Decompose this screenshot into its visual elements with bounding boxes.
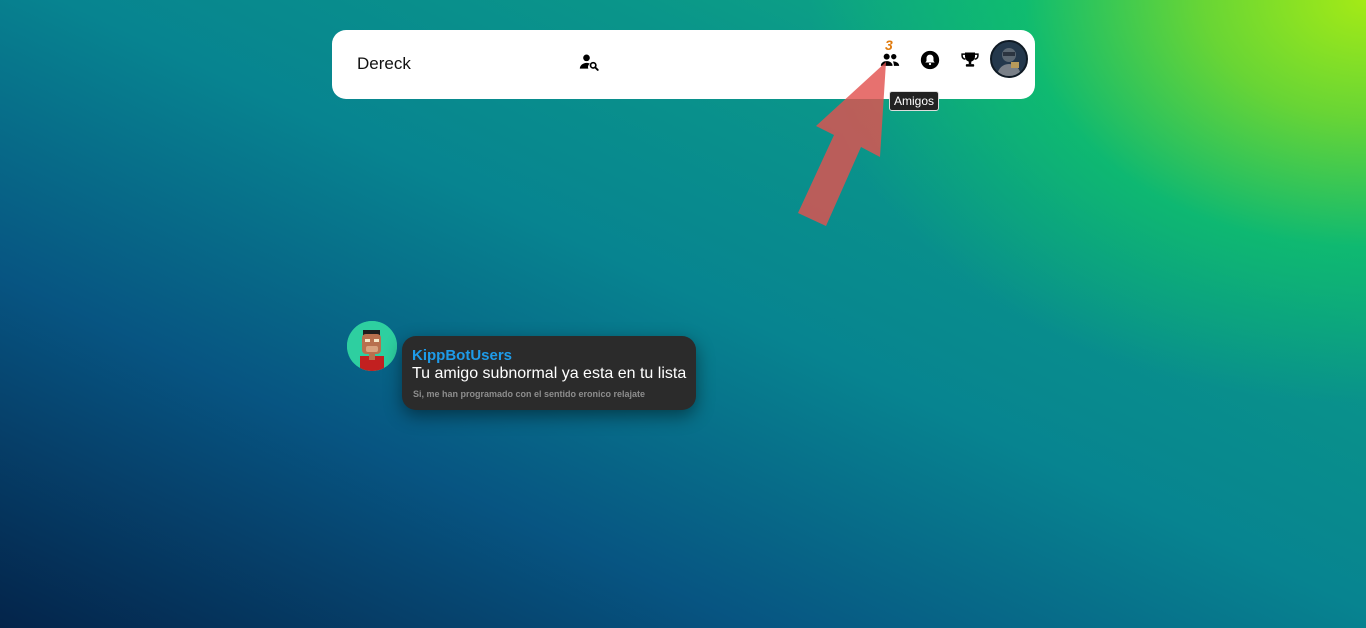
- bell-icon-graphic: [920, 50, 940, 70]
- friends-icon-graphic: [880, 53, 900, 66]
- user-search-icon-graphic: [579, 54, 599, 71]
- trophy-icon[interactable]: [959, 49, 981, 71]
- user-search-icon[interactable]: [578, 51, 600, 73]
- friends-tooltip: Amigos: [889, 91, 940, 111]
- notification-message: Tu amigo subnormal ya esta en tu lista: [412, 365, 687, 382]
- bell-icon[interactable]: [919, 49, 941, 71]
- trophy-icon-graphic: [961, 52, 979, 67]
- notification-sender: KippBotUsers: [412, 347, 513, 364]
- top-navigation-bar: Dereck 3: [332, 30, 1035, 99]
- ape-avatar-image: [347, 321, 397, 371]
- friends-icon[interactable]: [879, 49, 901, 71]
- notification-toast[interactable]: KippBotUsers Tu amigo subnormal ya esta …: [402, 336, 696, 410]
- notification-subtext: Si, me han programado con el sentido ero…: [413, 389, 646, 399]
- profile-avatar[interactable]: [990, 40, 1028, 78]
- profile-avatar-image: [992, 42, 1026, 76]
- username-label: Dereck: [357, 54, 411, 73]
- notification-sender-avatar: [347, 321, 397, 371]
